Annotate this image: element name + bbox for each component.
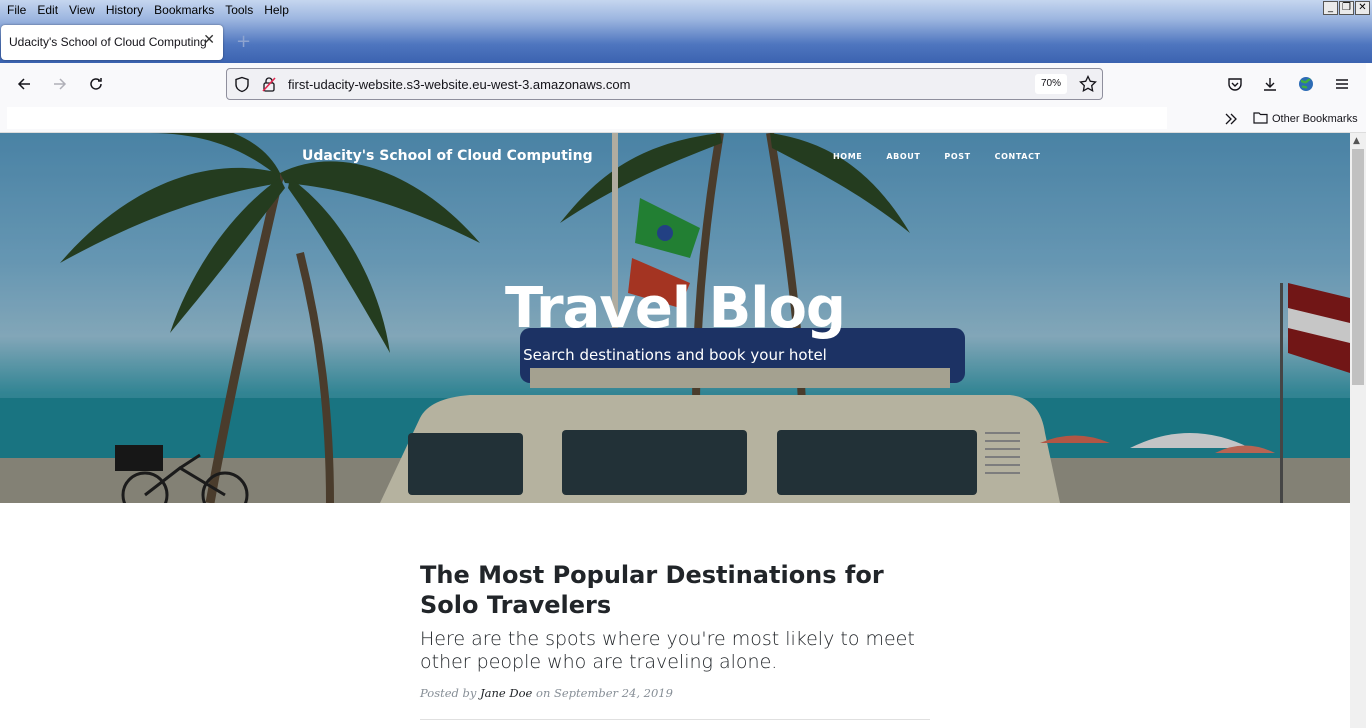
post-title[interactable]: The Most Popular Destinations for Solo T… [420,560,940,620]
window-right-edge [1366,63,1372,728]
tab-title: Udacity's School of Cloud Computing [9,35,207,49]
menu-help[interactable]: Help [264,0,289,20]
bookmark-star-icon[interactable] [1079,74,1097,97]
chevron-overflow-icon[interactable] [1223,111,1239,130]
post-author-link[interactable]: Jane Doe [480,686,532,700]
navigation-toolbar: first-udacity-website.s3-website.eu-west… [0,63,1372,105]
window-controls: _ ❐ ✕ [1323,1,1370,15]
minimize-button[interactable]: _ [1323,1,1338,15]
extension-globe-icon[interactable] [1295,73,1317,95]
forward-icon[interactable] [49,73,71,95]
hero-title: Travel Blog [504,276,846,341]
page-scrollbar[interactable]: ▲ [1350,133,1366,728]
menu-bookmarks[interactable]: Bookmarks [154,0,214,20]
post-meta-date: on September 24, 2019 [532,686,673,700]
post-subtitle[interactable]: Here are the spots where you're most lik… [420,628,940,674]
bookmarks-empty-area [7,107,1167,129]
tab-close-icon[interactable]: ✕ [203,32,215,48]
menu-file[interactable]: File [7,0,26,20]
scroll-up-arrow-icon[interactable]: ▲ [1353,136,1360,146]
url-bar[interactable]: first-udacity-website.s3-website.eu-west… [226,68,1103,100]
nav-link-post[interactable]: POST [944,152,970,161]
folder-icon [1253,111,1268,127]
site-brand-link[interactable]: Udacity's School of Cloud Computing [302,148,593,164]
menu-history[interactable]: History [106,0,143,20]
nav-link-home[interactable]: HOME [833,152,862,161]
nav-link-contact[interactable]: CONTACT [995,152,1041,161]
shield-icon[interactable] [234,76,250,97]
nav-link-about[interactable]: ABOUT [886,152,920,161]
zoom-indicator[interactable]: 70% [1035,74,1068,94]
pocket-icon[interactable] [1224,73,1246,95]
app-menu-icon[interactable] [1331,73,1353,95]
reload-icon[interactable] [85,73,107,95]
downloads-icon[interactable] [1259,73,1281,95]
site-nav: HOME ABOUT POST CONTACT [833,152,1065,161]
menu-tools[interactable]: Tools [225,0,253,20]
window-titlebar: File Edit View History Bookmarks Tools H… [0,0,1372,63]
hero-header: Udacity's School of Cloud Computing HOME… [0,133,1350,503]
menu-bar: File Edit View History Bookmarks Tools H… [0,0,293,20]
new-tab-icon[interactable]: + [236,31,251,52]
tab-active[interactable]: Udacity's School of Cloud Computing ✕ [1,25,223,60]
scrollbar-thumb[interactable] [1352,149,1364,385]
insecure-lock-icon[interactable] [262,76,276,97]
restore-button[interactable]: ❐ [1339,1,1354,15]
back-icon[interactable] [13,73,35,95]
post-meta-prefix: Posted by [420,686,481,700]
menu-edit[interactable]: Edit [37,0,58,20]
other-bookmarks-button[interactable]: Other Bookmarks [1253,111,1358,127]
other-bookmarks-label: Other Bookmarks [1272,113,1358,125]
post-meta: Posted by Jane Doe on September 24, 2019 [420,686,940,700]
menu-view[interactable]: View [69,0,95,20]
post-preview[interactable]: The Most Popular Destinations for Solo T… [420,560,940,700]
close-window-button[interactable]: ✕ [1355,1,1370,15]
bookmarks-toolbar: Other Bookmarks [0,105,1372,133]
hero-subtitle: Search destinations and book your hotel [523,346,827,364]
url-text[interactable]: first-udacity-website.s3-website.eu-west… [288,77,630,92]
post-divider [420,719,930,720]
